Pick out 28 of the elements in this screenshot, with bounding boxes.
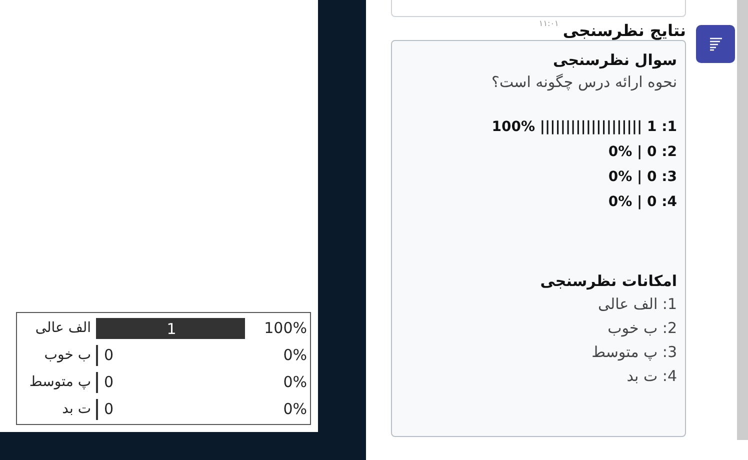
option-line: 2: ب خوب <box>608 318 677 339</box>
result-line: 2: 0 | 0% <box>608 143 677 162</box>
option-label: الف عالی <box>34 319 92 338</box>
option-line: 4: ت بد <box>626 366 677 387</box>
result-line: 4: 0 | 0% <box>608 193 677 212</box>
message-title: نتایج نظرسنجی <box>562 21 686 40</box>
option-line: 1: الف عالی <box>598 294 677 315</box>
list-icon <box>708 37 722 51</box>
options-heading: امکانات نظرسنجی <box>540 271 677 292</box>
option-label: ت بد <box>61 400 92 419</box>
option-label: ب خوب <box>43 346 92 365</box>
vote-count: 0 <box>104 345 114 366</box>
percent-value: 0% <box>282 345 307 366</box>
result-line: 1: 1 |||||||||||||||||||| 100% <box>492 118 677 137</box>
percent-value: 0% <box>282 399 307 420</box>
question-heading: سوال نظرسنجی <box>553 50 677 71</box>
option-label: پ متوسط <box>28 373 92 392</box>
vote-count: 1 <box>166 320 176 338</box>
question-text: نحوه ارائه درس چگونه است؟ <box>491 72 677 93</box>
vote-count: 0 <box>104 372 114 393</box>
menu-button[interactable] <box>696 25 735 63</box>
vote-count: 0 <box>104 399 114 420</box>
percent-value: 0% <box>282 372 307 393</box>
percent-value: 100% <box>263 318 307 339</box>
option-line: 3: پ متوسط <box>592 342 677 363</box>
scrollbar[interactable] <box>737 0 748 440</box>
result-line: 3: 0 | 0% <box>608 168 677 187</box>
message-time: ۱۱:۰۱ <box>538 19 559 28</box>
